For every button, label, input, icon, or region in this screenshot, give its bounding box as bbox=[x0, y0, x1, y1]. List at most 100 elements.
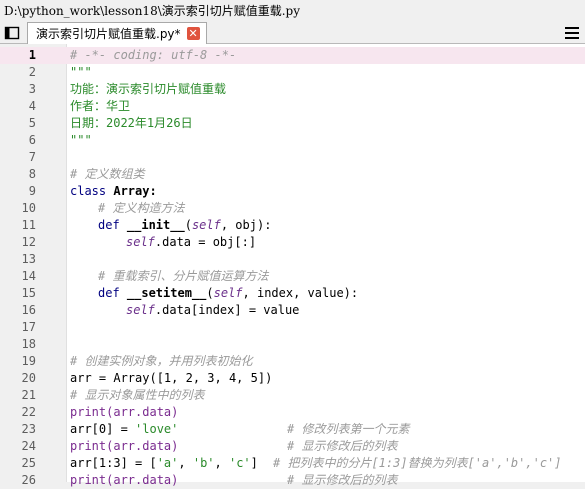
code-text: 作者：华卫 bbox=[70, 99, 131, 113]
code-text: print(arr.data) bbox=[70, 405, 179, 419]
line-number: 4 bbox=[28, 99, 36, 113]
code-text: # -*- coding: utf-8 -*- bbox=[70, 48, 237, 62]
line-number: 20 bbox=[21, 371, 36, 385]
code-line: 9 class Array: bbox=[0, 183, 585, 200]
code-text: print(arr.data) bbox=[70, 473, 179, 487]
code-line: 13 bbox=[0, 251, 585, 268]
code-line: 8 # 定义数组类 bbox=[0, 166, 585, 183]
line-number: 1 bbox=[28, 48, 36, 62]
code-token: , index, value): bbox=[242, 286, 359, 300]
code-text: class Array: bbox=[70, 183, 157, 200]
code-line: 22 print(arr.data) bbox=[0, 404, 585, 421]
code-line: 20 arr = Array([1, 2, 3, 4, 5]) bbox=[0, 370, 585, 387]
inline-comment: # 把列表中的分片[1:3]替换为列表['a','b','c'] bbox=[273, 456, 562, 470]
code-token: ( bbox=[184, 218, 192, 232]
code-text: 日期：2022年1月26日 bbox=[70, 116, 193, 130]
line-number: 15 bbox=[21, 286, 36, 300]
code-text: """ bbox=[70, 133, 92, 147]
code-line: 23 arr[0] = 'love' # 修改列表第一个元素 bbox=[0, 421, 585, 438]
menu-icon[interactable] bbox=[565, 27, 579, 39]
string-literal: 'b' bbox=[192, 456, 215, 470]
line-number: 23 bbox=[21, 422, 36, 436]
code-token: , bbox=[214, 456, 229, 470]
string-literal: 'c' bbox=[228, 456, 251, 470]
self-token: self bbox=[213, 286, 243, 300]
code-text: def __setitem__(self, index, value): bbox=[98, 285, 358, 302]
tab-bar: 演示索引切片赋值重载.py* ✕ bbox=[0, 22, 585, 44]
line-number: 10 bbox=[21, 201, 36, 215]
code-line: 12 self.data = obj[:] bbox=[0, 234, 585, 251]
code-line: 26 print(arr.data) # 显示修改后的列表 bbox=[0, 472, 585, 489]
line-number: 14 bbox=[21, 269, 36, 283]
code-token: ] bbox=[250, 456, 258, 470]
code-token: , obj): bbox=[220, 218, 272, 232]
code-token: .data = obj[:] bbox=[154, 235, 257, 249]
line-number: 7 bbox=[28, 150, 36, 164]
line-number: 6 bbox=[28, 133, 36, 147]
code-line: 19 # 创建实例对象，并用列表初始化 bbox=[0, 353, 585, 370]
code-line: 2 """ bbox=[0, 64, 585, 81]
code-text: arr = Array([1, 2, 3, 4, 5]) bbox=[70, 371, 273, 385]
line-number: 8 bbox=[28, 167, 36, 181]
line-number: 9 bbox=[28, 184, 36, 198]
code-text: 功能：演示索引切片赋值重载 bbox=[70, 82, 227, 96]
code-lines: 1 # -*- coding: utf-8 -*- 2 """ 3 功能：演示索引切片… bbox=[0, 47, 585, 489]
code-line: 10 # 定义构造方法 bbox=[0, 200, 585, 217]
code-text: self.data[index] = value bbox=[126, 302, 299, 319]
code-text: # 创建实例对象，并用列表初始化 bbox=[70, 354, 253, 368]
code-line: 25 arr[1:3] = ['a', 'b', 'c'] # 把列表中的分片[1:… bbox=[0, 455, 585, 472]
window-title: D:\python_work\lesson18\演示索引切片赋值重载.py bbox=[0, 0, 585, 22]
code-line: 11 def __init__(self, obj): bbox=[0, 217, 585, 234]
code-text: # 定义构造方法 bbox=[98, 201, 185, 215]
string-literal: 'love' bbox=[135, 422, 179, 436]
inline-comment: # 显示修改后的列表 bbox=[287, 439, 398, 453]
self-token: self bbox=[126, 235, 155, 249]
code-editor[interactable]: 1 # -*- coding: utf-8 -*- 2 """ 3 功能：演示索引切片… bbox=[0, 44, 585, 487]
self-token: self bbox=[126, 303, 155, 317]
line-number: 11 bbox=[21, 218, 36, 232]
inline-comment: # 显示修改后的列表 bbox=[287, 473, 398, 487]
close-icon[interactable]: ✕ bbox=[186, 27, 200, 40]
code-text: # 显示对象属性中的列表 bbox=[70, 388, 205, 402]
function-name: __setitem__ bbox=[126, 286, 207, 300]
code-line: 7 bbox=[0, 149, 585, 166]
class-name: Array: bbox=[113, 184, 157, 198]
code-token: , bbox=[178, 456, 193, 470]
code-text: """ bbox=[70, 65, 92, 79]
code-line: 16 self.data[index] = value bbox=[0, 302, 585, 319]
code-line: 14 # 重载索引、分片赋值运算方法 bbox=[0, 268, 585, 285]
code-line: 15 def __setitem__(self, index, value): bbox=[0, 285, 585, 302]
code-text: arr[0] = 'love' bbox=[70, 421, 178, 438]
code-line: 5 日期：2022年1月26日 bbox=[0, 115, 585, 132]
code-text: arr[1:3] = ['a', 'b', 'c'] bbox=[70, 455, 258, 472]
code-line: 4 作者：华卫 bbox=[0, 98, 585, 115]
code-token: arr[1:3] = [ bbox=[70, 456, 157, 470]
line-number: 18 bbox=[21, 337, 36, 351]
tab-label: 演示索引切片赋值重载.py* bbox=[36, 26, 181, 41]
code-text: # 重载索引、分片赋值运算方法 bbox=[98, 269, 269, 283]
code-line: 3 功能：演示索引切片赋值重载 bbox=[0, 81, 585, 98]
code-line: 17 bbox=[0, 319, 585, 336]
code-token: arr[0] = bbox=[70, 422, 136, 436]
line-number: 12 bbox=[21, 235, 36, 249]
tab-file[interactable]: 演示索引切片赋值重载.py* ✕ bbox=[27, 22, 207, 44]
code-text: def __init__(self, obj): bbox=[98, 217, 271, 234]
line-number: 25 bbox=[21, 456, 36, 470]
line-number: 21 bbox=[21, 388, 36, 402]
self-token: self bbox=[191, 218, 221, 232]
line-number: 22 bbox=[21, 405, 36, 419]
line-number: 19 bbox=[21, 354, 36, 368]
string-literal: 'a' bbox=[156, 456, 179, 470]
code-line: 21 # 显示对象属性中的列表 bbox=[0, 387, 585, 404]
code-text: # 定义数组类 bbox=[70, 167, 145, 181]
line-number: 16 bbox=[21, 303, 36, 317]
window-list-icon[interactable] bbox=[4, 25, 20, 41]
code-line: 1 # -*- coding: utf-8 -*- bbox=[0, 47, 585, 64]
line-number: 17 bbox=[21, 320, 36, 334]
keyword: def bbox=[98, 218, 127, 232]
inline-comment: # 修改列表第一个元素 bbox=[287, 422, 410, 436]
code-token: ( bbox=[206, 286, 214, 300]
line-number: 5 bbox=[28, 116, 36, 130]
line-number: 3 bbox=[28, 82, 36, 96]
code-line: 6 """ bbox=[0, 132, 585, 149]
